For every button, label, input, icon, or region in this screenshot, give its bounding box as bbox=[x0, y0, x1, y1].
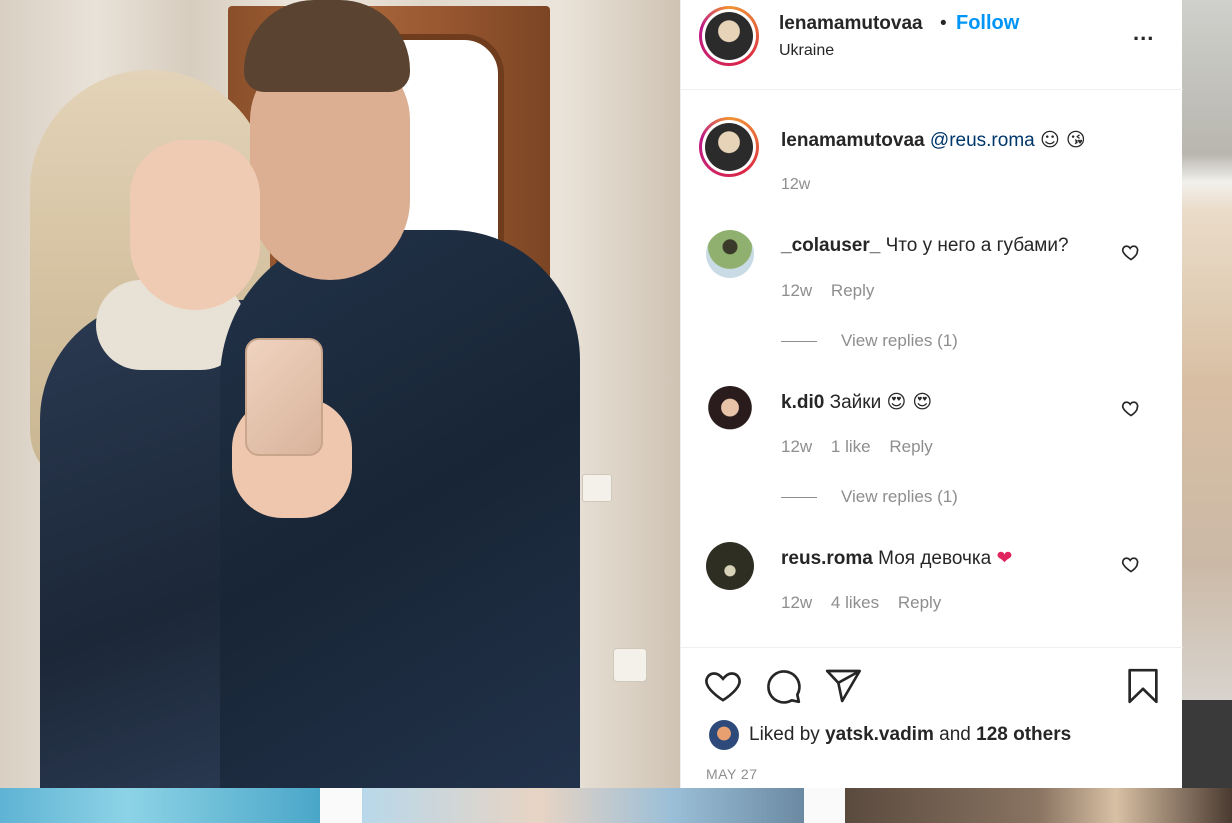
liked-by: Liked by yatsk.vadim and 128 others bbox=[709, 720, 1071, 750]
comment-body: Что у него а губами? bbox=[885, 235, 1069, 256]
comment-body: Моя девочка bbox=[878, 548, 992, 569]
comment-meta: 12w Reply bbox=[781, 281, 888, 301]
comment-time[interactable]: 12w bbox=[781, 437, 812, 456]
background-thumbnail bbox=[1182, 0, 1232, 700]
phone bbox=[245, 338, 323, 456]
reply-button[interactable]: Reply bbox=[889, 437, 932, 456]
caption-time[interactable]: 12w bbox=[781, 176, 810, 194]
post-photo[interactable] bbox=[0, 0, 680, 788]
caption-author-avatar[interactable] bbox=[699, 117, 759, 177]
comment-time[interactable]: 12w bbox=[781, 593, 812, 612]
caption-emojis: ☺ 😘 bbox=[1040, 129, 1086, 151]
post-actions: Liked by yatsk.vadim and 128 others MAY … bbox=[681, 647, 1183, 788]
background-thumbnail bbox=[1182, 700, 1232, 788]
commenter-username[interactable]: k.di0 bbox=[781, 392, 824, 413]
light-switch bbox=[582, 474, 612, 502]
bookmark-icon[interactable] bbox=[1123, 666, 1163, 706]
comment-meta: 12w 1 like Reply bbox=[781, 437, 947, 457]
caption-username[interactable]: lenamamutovaa bbox=[781, 130, 925, 151]
commenter-avatar[interactable] bbox=[706, 386, 754, 434]
comment-text: reus.roma Моя девочка ❤ bbox=[781, 547, 1012, 570]
woman-face bbox=[130, 140, 260, 310]
liked-by-and: and bbox=[939, 724, 971, 746]
comment-heart-icon[interactable] bbox=[1121, 398, 1141, 418]
comment-time[interactable]: 12w bbox=[781, 281, 812, 300]
post-date[interactable]: MAY 27 bbox=[706, 766, 758, 782]
comment-icon[interactable] bbox=[763, 666, 803, 706]
comment-heart-icon[interactable] bbox=[1121, 554, 1141, 574]
comment-likes[interactable]: 4 likes bbox=[831, 593, 879, 612]
view-replies-label: View replies (1) bbox=[841, 487, 958, 506]
follow-button[interactable]: Follow bbox=[956, 12, 1019, 35]
author-username[interactable]: lenamamutovaa bbox=[779, 13, 923, 35]
post-location[interactable]: Ukraine bbox=[779, 42, 834, 60]
author-avatar[interactable] bbox=[699, 6, 759, 66]
commenter-username[interactable]: reus.roma bbox=[781, 548, 873, 569]
post-side-panel: lenamamutovaa • Follow Ukraine ... lenam… bbox=[680, 0, 1183, 788]
caption: lenamamutovaa @reus.roma ☺ 😘 bbox=[781, 129, 1086, 152]
comment-emoji: ❤ bbox=[996, 547, 1013, 569]
thumbnail[interactable] bbox=[0, 788, 320, 823]
comment-text: k.di0 Зайки 😍 😍 bbox=[781, 391, 932, 414]
power-outlet bbox=[613, 648, 647, 682]
liked-by-prefix: Liked by bbox=[749, 724, 820, 746]
liker-username[interactable]: yatsk.vadim bbox=[825, 724, 934, 745]
liker-avatar[interactable] bbox=[709, 720, 739, 750]
share-icon[interactable] bbox=[823, 666, 863, 706]
heart-icon[interactable] bbox=[703, 666, 743, 706]
separator-dot: • bbox=[940, 13, 947, 34]
view-replies-label: View replies (1) bbox=[841, 331, 958, 350]
comment-heart-icon[interactable] bbox=[1121, 242, 1141, 262]
comment-likes[interactable]: 1 like bbox=[831, 437, 871, 456]
post-header: lenamamutovaa • Follow Ukraine ... bbox=[681, 0, 1183, 90]
view-replies-button[interactable]: View replies (1) bbox=[781, 487, 958, 507]
reply-button[interactable]: Reply bbox=[831, 281, 874, 300]
instagram-post-view: lenamamutovaa • Follow Ukraine ... lenam… bbox=[0, 0, 1232, 823]
comment-emoji: 😍 😍 bbox=[886, 391, 933, 413]
commenter-avatar[interactable] bbox=[706, 230, 754, 278]
thumbnail[interactable] bbox=[362, 788, 804, 823]
caption-mention[interactable]: @reus.roma bbox=[930, 130, 1035, 151]
liked-by-others[interactable]: 128 others bbox=[976, 724, 1071, 745]
commenter-avatar[interactable] bbox=[706, 542, 754, 590]
comment-meta: 12w 4 likes Reply bbox=[781, 593, 955, 613]
comment-body: Зайки bbox=[829, 392, 882, 413]
more-options-icon[interactable]: ... bbox=[1133, 20, 1154, 46]
commenter-username[interactable]: _colauser_ bbox=[781, 235, 880, 256]
replies-line bbox=[781, 341, 817, 343]
reply-button[interactable]: Reply bbox=[898, 593, 941, 612]
view-replies-button[interactable]: View replies (1) bbox=[781, 331, 958, 351]
comment-text: _colauser_ Что у него а губами? bbox=[781, 235, 1069, 257]
replies-line bbox=[781, 497, 817, 499]
thumbnail[interactable] bbox=[845, 788, 1232, 823]
